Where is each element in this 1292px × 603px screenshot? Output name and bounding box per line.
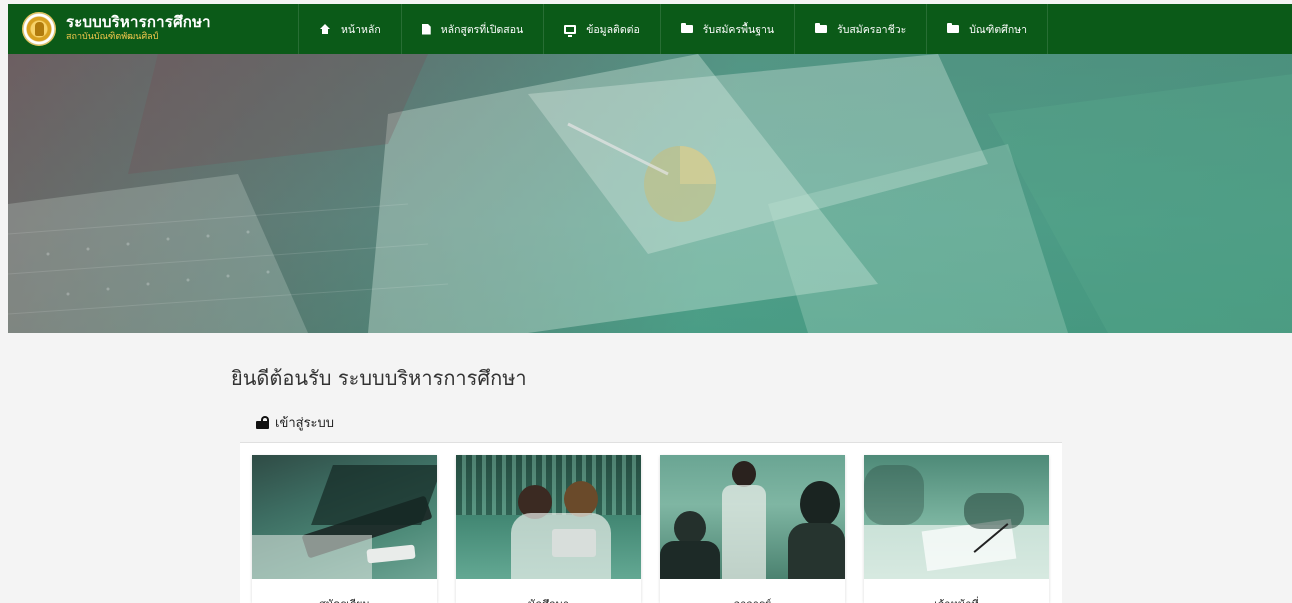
card-image-paperwork xyxy=(864,455,1049,579)
hero-banner xyxy=(8,54,1292,333)
card-image-teacher-presenting xyxy=(660,455,845,579)
nav-item-courses[interactable]: หลักสูตรที่เปิดสอน xyxy=(402,4,545,54)
welcome-heading: ยินดีต้อนรับ ระบบบริหารการศึกษา xyxy=(231,366,527,390)
card-label: อาจารย์ xyxy=(660,595,845,603)
home-icon xyxy=(319,24,331,34)
unlock-icon xyxy=(256,416,269,429)
card-image-laptop-typing xyxy=(252,455,437,579)
main-nav: หน้าหลัก หลักสูตรที่เปิดสอน ข้อมูลติดต่อ… xyxy=(298,4,1049,54)
card-label: นักศึกษา xyxy=(456,595,641,603)
card-label: เจ้าหน้าที่ xyxy=(864,595,1049,603)
folder-icon xyxy=(815,23,828,33)
login-cards: สมัครเรียน นักศึกษา อาจารย์ xyxy=(252,455,1049,603)
folder-icon xyxy=(947,23,960,33)
login-heading-label: เข้าสู่ระบบ xyxy=(275,416,335,431)
nav-item-label: หน้าหลัก xyxy=(341,23,381,36)
monitor-icon xyxy=(564,24,577,37)
brand-subtitle: สถาบันบัณฑิตพัฒนศิลป์ xyxy=(66,32,159,43)
nav-item-label: หลักสูตรที่เปิดสอน xyxy=(440,23,524,36)
file-icon xyxy=(421,23,431,35)
card-teacher[interactable]: อาจารย์ xyxy=(660,455,845,603)
institute-logo xyxy=(22,12,56,46)
nav-item-graduate[interactable]: บัณฑิตศึกษา xyxy=(927,4,1049,54)
card-staff[interactable]: เจ้าหน้าที่ xyxy=(864,455,1049,603)
card-image-students-library xyxy=(456,455,641,579)
login-heading: เข้าสู่ระบบ xyxy=(256,412,334,433)
card-apply[interactable]: สมัครเรียน xyxy=(252,455,437,603)
nav-item-vocational-admission[interactable]: รับสมัครอาชีวะ xyxy=(795,4,928,54)
folder-icon xyxy=(680,23,693,33)
nav-item-label: รับสมัครอาชีวะ xyxy=(837,23,907,36)
nav-item-label: ข้อมูลติดต่อ xyxy=(586,23,640,36)
nav-item-label: บัณฑิตศึกษา xyxy=(969,23,1028,36)
card-label: สมัครเรียน xyxy=(252,595,437,603)
nav-item-contact[interactable]: ข้อมูลติดต่อ xyxy=(544,4,661,54)
card-student[interactable]: นักศึกษา xyxy=(456,455,641,603)
brand[interactable]: ระบบบริหารการศึกษา สถาบันบัณฑิตพัฒนศิลป์ xyxy=(8,4,298,54)
nav-item-label: รับสมัครพื้นฐาน xyxy=(702,23,775,36)
brand-title: ระบบบริหารการศึกษา xyxy=(66,13,211,32)
hero-illustration xyxy=(8,54,1292,333)
nav-item-basic-admission[interactable]: รับสมัครพื้นฐาน xyxy=(661,4,796,54)
nav-item-home[interactable]: หน้าหลัก xyxy=(298,4,402,54)
top-navbar: ระบบบริหารการศึกษา สถาบันบัณฑิตพัฒนศิลป์… xyxy=(8,4,1292,54)
